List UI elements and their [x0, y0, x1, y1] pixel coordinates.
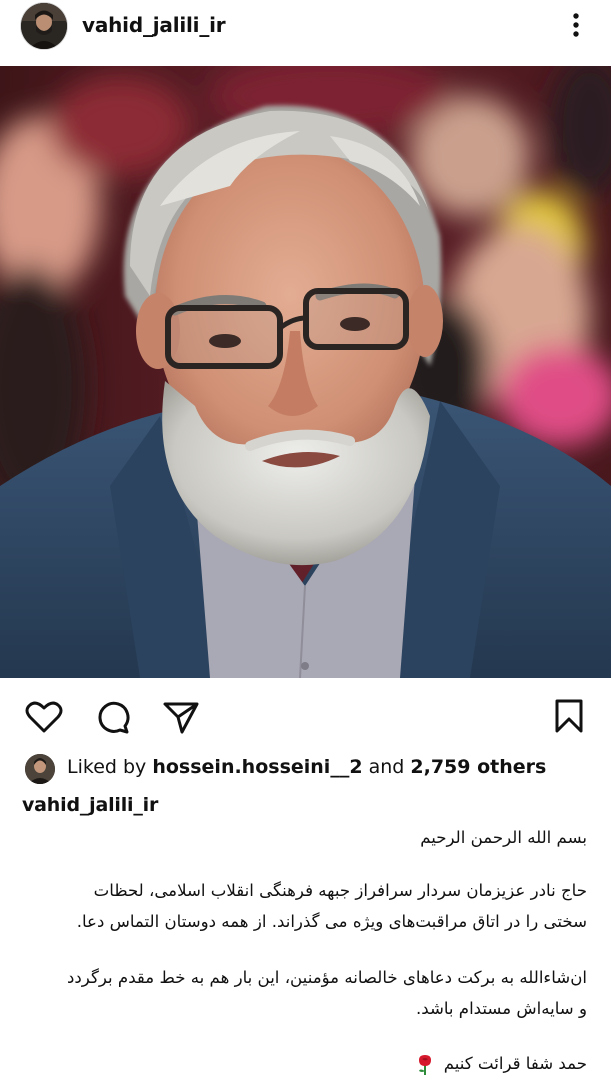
heart-icon[interactable]	[25, 700, 63, 734]
action-bar	[0, 680, 611, 742]
post-image[interactable]	[0, 66, 611, 678]
bookmark-icon[interactable]	[554, 698, 584, 734]
post-header: vahid_jalili_ir	[0, 0, 611, 66]
portrait-photo	[0, 66, 611, 678]
caption-paragraph-2-line-1: ان‌شاءالله به برکت دعاهای خالصانه مؤمنین…	[67, 968, 587, 987]
likes-text: Liked by hossein.hosseini__2 and 2,759 o…	[67, 756, 546, 778]
likes-others[interactable]: 2,759 others	[410, 756, 546, 778]
likes-row[interactable]: Liked by hossein.hosseini__2 and 2,759 o…	[22, 753, 602, 785]
liker-avatar[interactable]	[25, 754, 55, 784]
more-vertical-icon[interactable]	[566, 11, 586, 41]
caption-paragraph-1-line-2: سختی را در اتاق مراقبت‌های ویژه می گذران…	[76, 912, 587, 931]
caption-last-line: حمد شفا قرائت کنیم	[17, 1048, 587, 1079]
liker-username[interactable]: hossein.hosseini__2	[152, 756, 362, 778]
caption-paragraph-1-line-1: حاج نادر عزیزمان سردار سرافراز جبهه فرهن…	[93, 881, 587, 900]
comment-icon[interactable]	[95, 699, 131, 735]
likes-joiner: and	[368, 756, 405, 778]
profile-avatar[interactable]	[21, 3, 67, 49]
likes-prefix: Liked by	[67, 756, 147, 778]
avatar-image	[21, 3, 67, 49]
post-username[interactable]: vahid_jalili_ir	[82, 13, 226, 37]
caption-username[interactable]: vahid_jalili_ir	[22, 794, 158, 816]
caption-paragraph-2-line-2: و سایه‌اش مستدام باشد.	[415, 999, 587, 1018]
send-icon[interactable]	[162, 699, 200, 735]
caption-last-text: حمد شفا قرائت کنیم	[443, 1054, 587, 1073]
rose-icon	[419, 1054, 432, 1075]
caption-line-1: بسم الله الرحمن الرحیم	[420, 828, 587, 847]
